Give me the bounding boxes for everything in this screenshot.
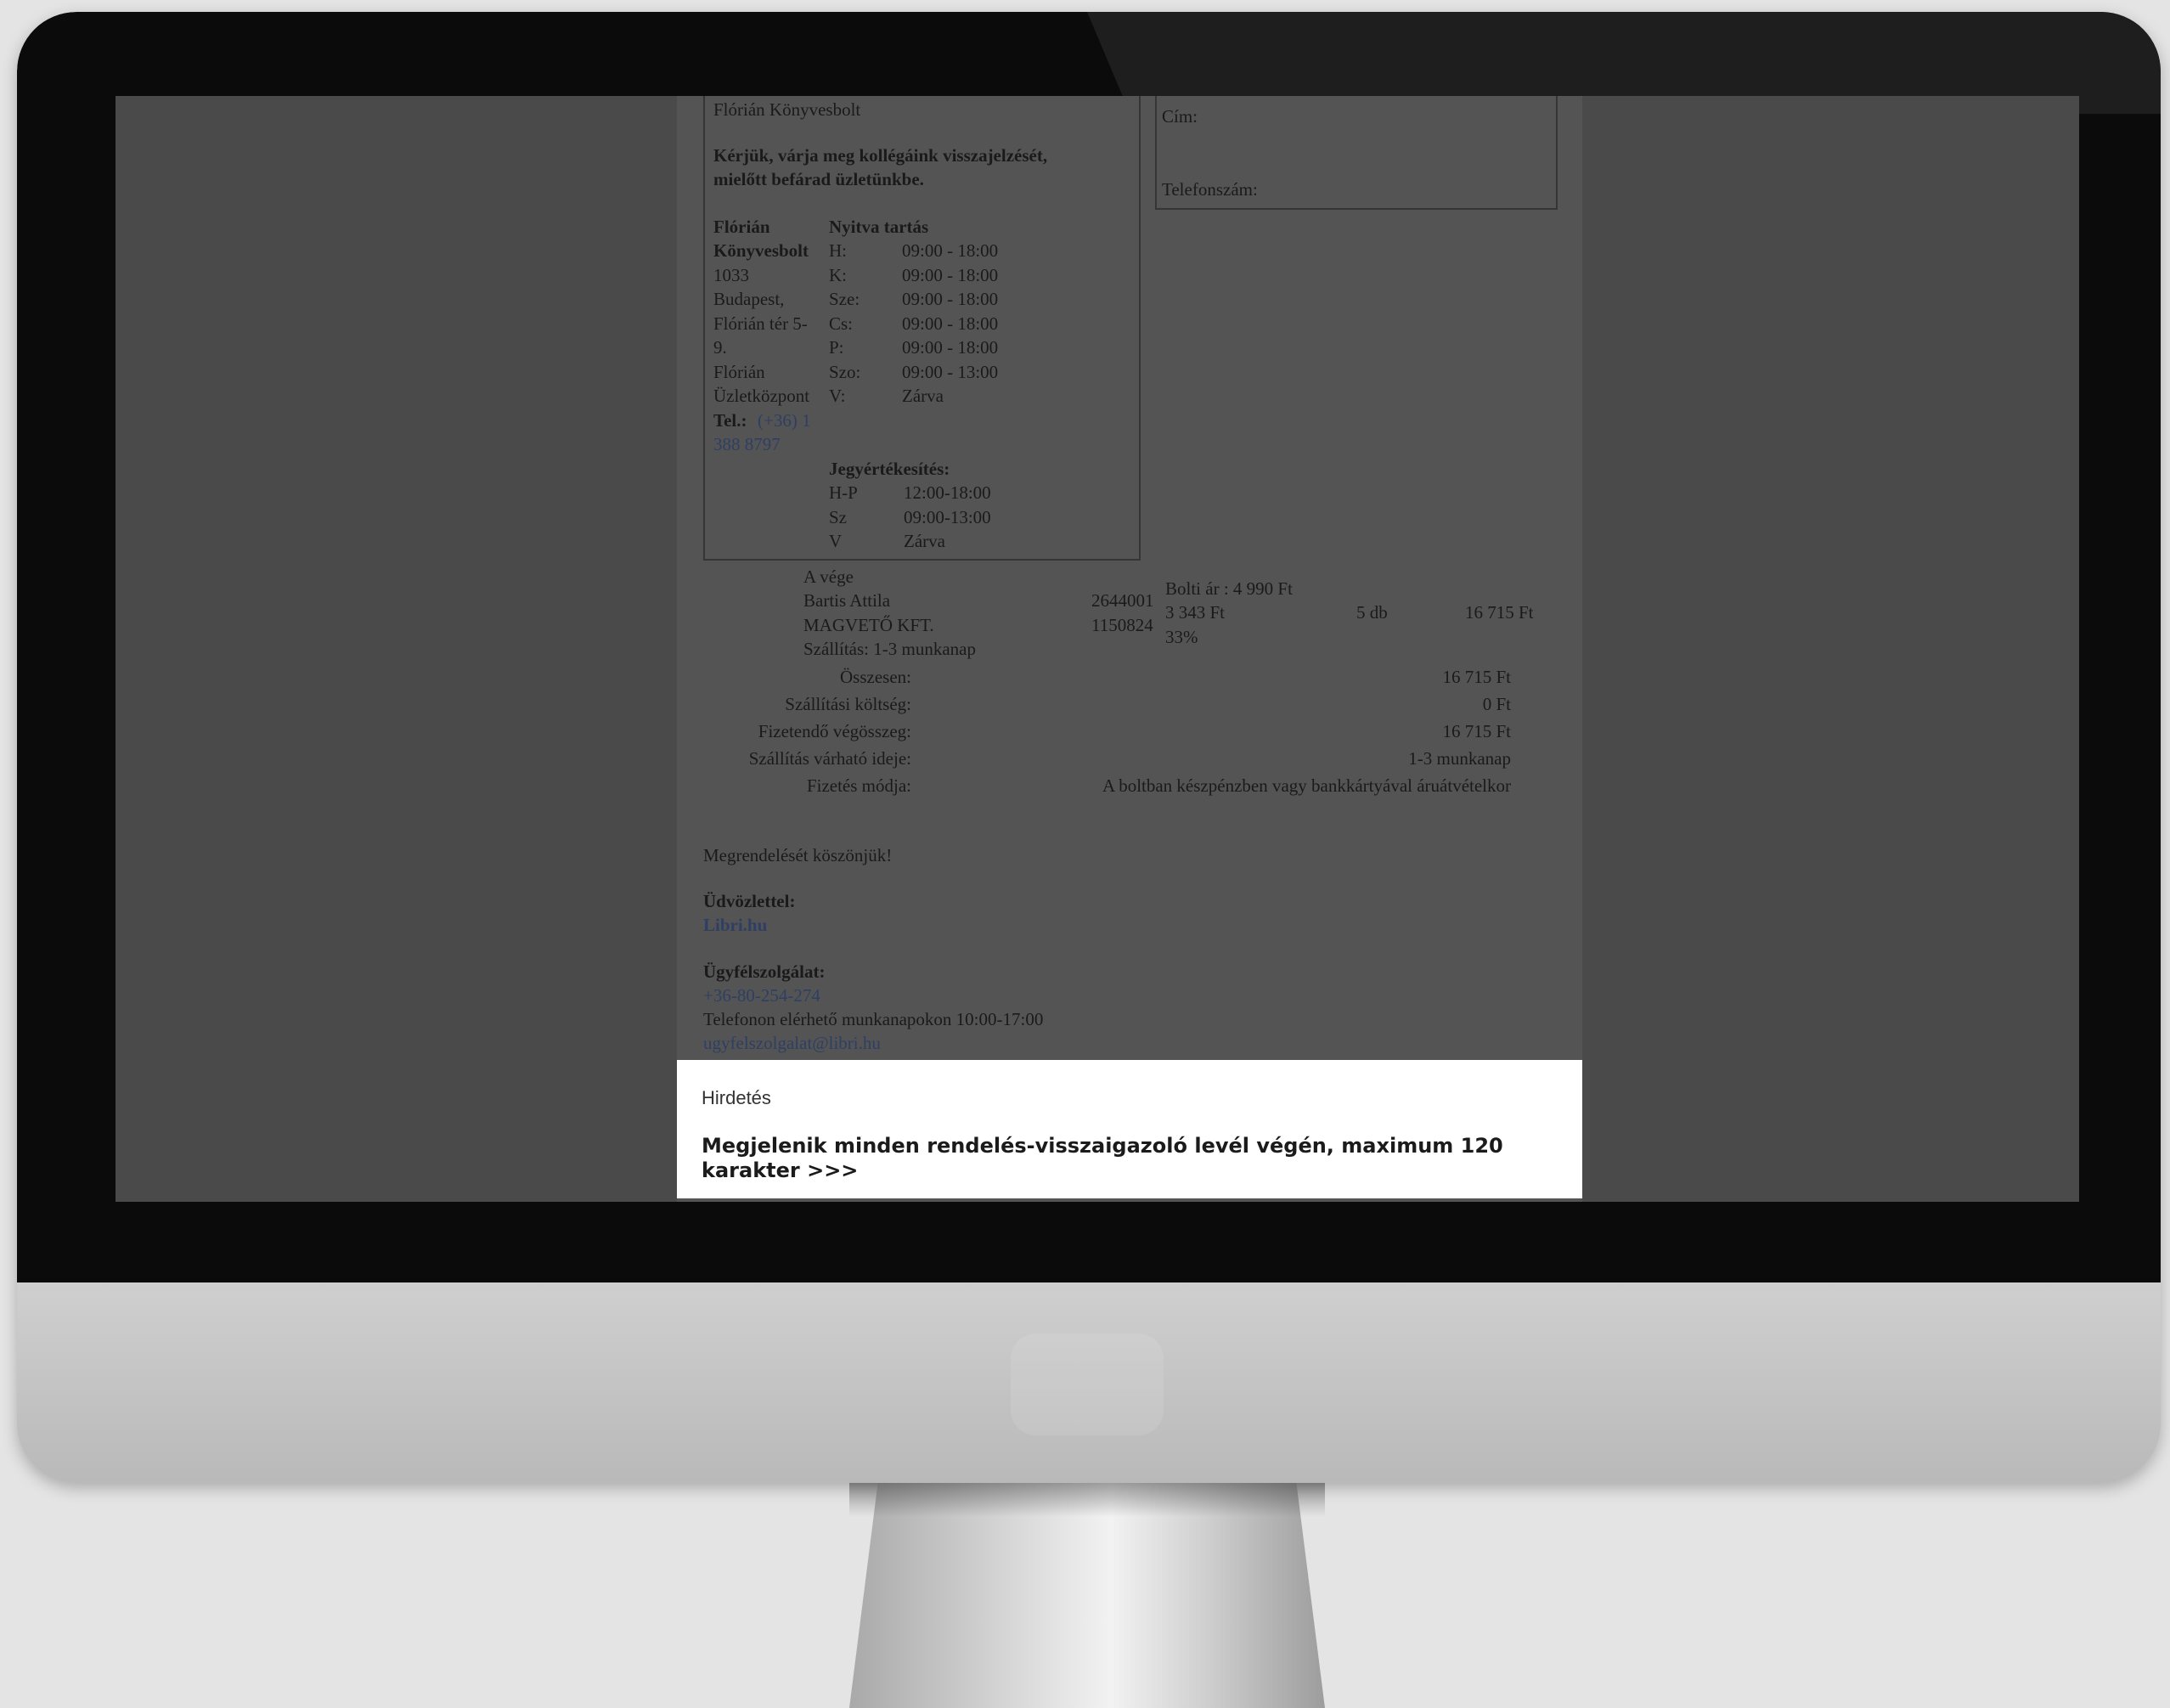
address-line: Flórián tér 5- (713, 313, 808, 334)
service-phone-link[interactable]: +36-80-254-274 (703, 984, 820, 1007)
address-line: Flórián (713, 217, 770, 237)
summary-label: Fizetés módja: (806, 775, 911, 796)
tel-link[interactable]: (+36) 1 (758, 409, 811, 432)
address-line: Flórián (713, 362, 765, 382)
hours-time: Zárva (902, 386, 944, 406)
item-list-price: Bolti ár : 4 990 Ft (1165, 578, 1293, 599)
apple-logo-icon (1011, 1333, 1164, 1435)
valuation-time: Zárva (904, 531, 945, 551)
summary-value: 1-3 munkanap (1408, 748, 1511, 769)
valuation-day: H-P (829, 482, 858, 503)
store-info-box: Flórián Könyvesbolt Kérjük, várja meg ko… (703, 96, 1141, 561)
ad-text-line: Megjelenik minden rendelés-visszaigazoló… (702, 1134, 1503, 1158)
hours-time: 09:00 - 13:00 (902, 362, 999, 382)
regards-label: Üdvözlettel: (703, 891, 796, 911)
summary-label: Fizetendő végösszeg: (758, 721, 911, 741)
service-email-link[interactable]: ugyfelszolgalat@libri.hu (703, 1031, 881, 1055)
hours-day: Szo: (829, 362, 861, 382)
address-line: Könyvesbolt (713, 240, 809, 261)
summary-value: 16 715 Ft (1442, 667, 1511, 687)
hours-day: Cs: (829, 313, 854, 334)
item-code: 2644001 (1091, 590, 1154, 611)
hours-time: 09:00 - 18:00 (902, 240, 999, 261)
service-hours: Telefonon elérhető munkanapokon 10:00-17… (703, 1009, 1044, 1029)
item-unit-price: 3 343 Ft (1165, 602, 1226, 623)
summary-label: Összesen: (840, 667, 911, 687)
hours-day: H: (829, 240, 847, 261)
hours-time: 09:00 - 18:00 (902, 289, 999, 309)
item-qty: 5 db (1356, 602, 1388, 623)
hours-title: Nyitva tartás (829, 217, 929, 237)
hours-time: 09:00 - 18:00 (902, 265, 999, 285)
store-name-line: Flórián Könyvesbolt (713, 99, 861, 120)
address-line: Üzletközpont (713, 386, 810, 406)
thanks-text: Megrendelését köszönjük! (703, 845, 893, 865)
valuation-time: 09:00-13:00 (904, 507, 991, 527)
address-line: Budapest, (713, 289, 785, 309)
tel-label: Tel.: (713, 410, 747, 431)
order-confirmation-email: Flórián Könyvesbolt Kérjük, várja meg ko… (677, 96, 1582, 1202)
hours-time: 09:00 - 18:00 (902, 337, 999, 358)
item-code: 1150824 (1091, 615, 1153, 635)
notice-line-1: Kérjük, várja meg kollégáink visszajelzé… (713, 145, 1048, 166)
item-publisher: MAGVETŐ KFT. (803, 615, 934, 635)
hours-time: 09:00 - 18:00 (902, 313, 999, 334)
ad-label: Hirdetés (702, 1087, 771, 1108)
summary-value: 16 715 Ft (1442, 721, 1511, 741)
monitor-chin (17, 1282, 2161, 1483)
hours-day: V: (829, 386, 846, 406)
hours-day: P: (829, 337, 844, 358)
valuation-day: Sz (829, 507, 847, 527)
phone-label: Telefonszám: (1162, 179, 1258, 200)
address-label: Cím: (1162, 106, 1198, 127)
libri-link[interactable]: Libri.hu (703, 913, 767, 937)
service-label: Ügyfélszolgálat: (703, 961, 826, 982)
summary-value: 0 Ft (1482, 694, 1511, 714)
contact-box: Cím: Telefonszám: (1155, 96, 1558, 210)
ad-text-line: karakter >>> (702, 1158, 859, 1182)
hours-day: Sze: (829, 289, 860, 309)
valuation-title: Jegyértékesítés: (829, 459, 950, 479)
summary-value: A boltban készpénzben vagy bankkártyával… (1102, 775, 1511, 796)
ad-text[interactable]: Megjelenik minden rendelés-visszaigazoló… (702, 1134, 1534, 1183)
summary-label: Szállítás várható ideje: (748, 748, 911, 769)
valuation-time: 12:00-18:00 (904, 482, 991, 503)
valuation-day: V (829, 531, 843, 551)
item-line-total: 16 715 Ft (1465, 602, 1534, 623)
ad-block[interactable]: Hirdetés Megjelenik minden rendelés-viss… (677, 1060, 1582, 1198)
hours-day: K: (829, 265, 847, 285)
item-title: A vége (803, 567, 854, 587)
address-line: 9. (713, 337, 727, 358)
tel-link-cont[interactable]: 388 8797 (713, 432, 781, 456)
summary-label: Szállítási költség: (785, 694, 911, 714)
notice-line-2: mielőtt befárad üzletünkbe. (713, 169, 924, 189)
stand-shadow (849, 1483, 1325, 1517)
item-discount: 33% (1165, 627, 1198, 647)
item-author: Bartis Attila (803, 590, 891, 611)
screen: Flórián Könyvesbolt Kérjük, várja meg ko… (116, 96, 2079, 1202)
item-shipping: Szállítás: 1-3 munkanap (803, 639, 976, 659)
address-line: 1033 (713, 265, 749, 285)
